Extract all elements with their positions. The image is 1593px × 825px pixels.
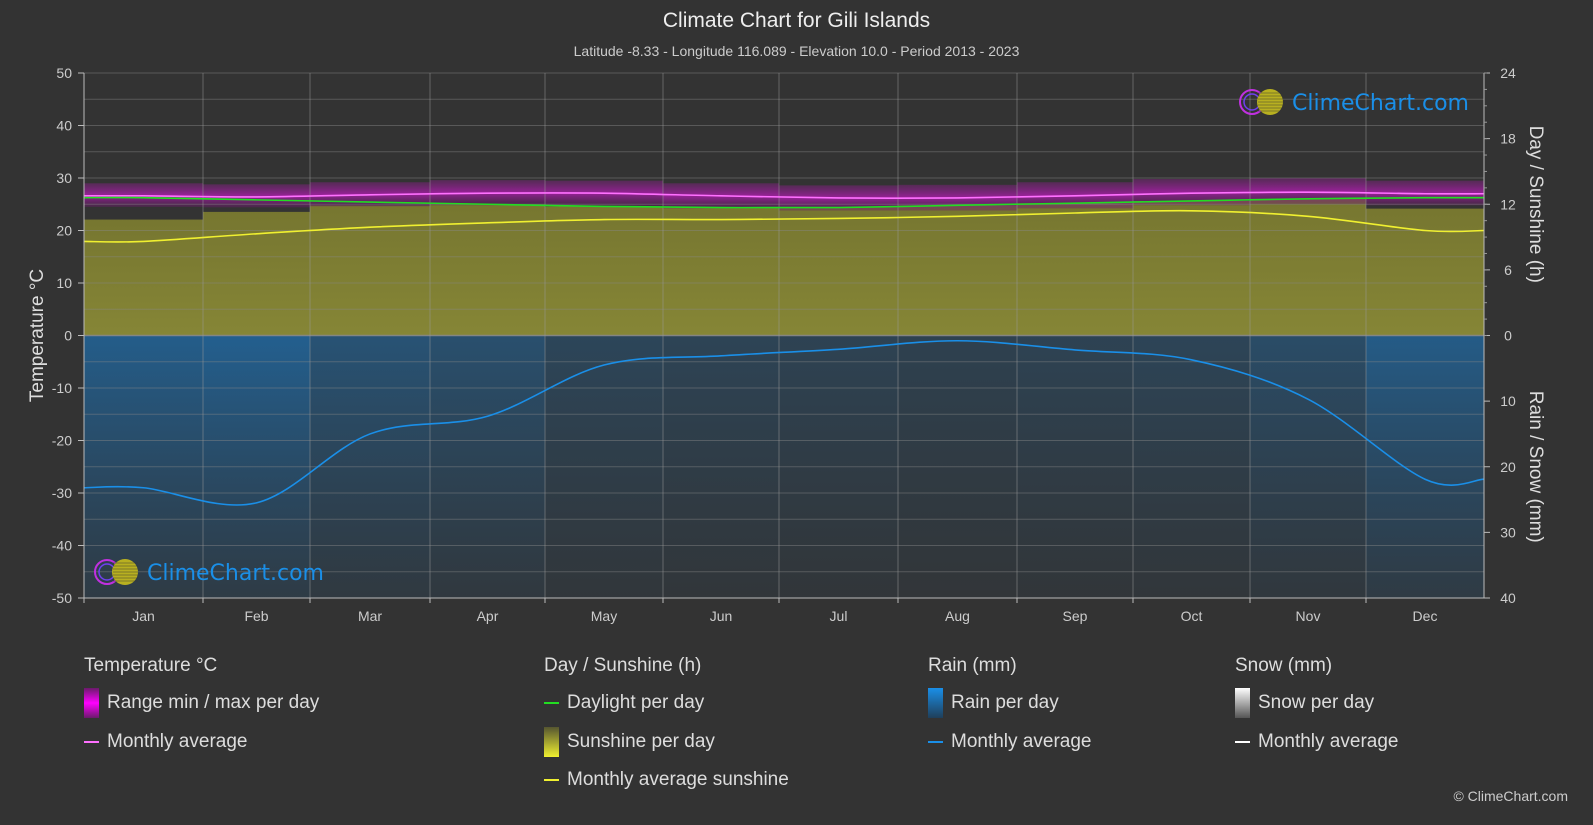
- legend-temperature-range: Range min / max per day: [84, 688, 319, 718]
- y-left-tick-label: 30: [56, 170, 72, 186]
- y-right-rain-tick-label: 20: [1500, 459, 1516, 475]
- x-tick-label: Dec: [1413, 608, 1438, 624]
- legend-sunshine-per-day: Sunshine per day: [544, 727, 715, 757]
- x-tick-label: Feb: [244, 608, 268, 624]
- y-right-rain-tick-label: 40: [1500, 590, 1516, 606]
- legend-rain-per-day: Rain per day: [928, 688, 1059, 718]
- legend-snow-title: Snow (mm): [1235, 655, 1333, 676]
- logo-text: ClimeChart.com: [147, 561, 324, 586]
- y-left-tick-label: 0: [64, 328, 72, 344]
- x-tick-label: Nov: [1296, 608, 1321, 624]
- legend-label: Rain per day: [951, 692, 1059, 713]
- legend-temperature-average: Monthly average: [84, 727, 247, 757]
- y-right-rain-tick-label: 10: [1500, 393, 1516, 409]
- legend-sunshine-title: Day / Sunshine (h): [544, 655, 702, 676]
- legend-label: Range min / max per day: [107, 692, 320, 713]
- legend-label: Monthly average: [107, 731, 248, 752]
- climechart-logo-bottom[interactable]: ClimeChart.com: [94, 559, 324, 586]
- legend-label: Daylight per day: [567, 692, 705, 713]
- sunshine-per-day-band: [1133, 200, 1250, 336]
- climate-chart: 50 40 30 20 10 0 -10 -20 -30 -40 -50 24 18 12 6 0 10 20 30…: [27, 65, 1546, 624]
- y-right-rain-tick-label: 30: [1500, 524, 1516, 540]
- sunshine-per-day-band: [84, 219, 203, 336]
- legend-label: Snow per day: [1258, 692, 1375, 713]
- yellow-gradient-bar-icon: [544, 727, 559, 757]
- magenta-gradient-bar-icon: [84, 688, 99, 718]
- x-tick-label: May: [591, 608, 617, 624]
- legend-sunshine-average: Monthly average sunshine: [544, 765, 789, 795]
- y-right-sun-tick-label: 12: [1500, 196, 1516, 212]
- y-left-tick-label: -40: [52, 538, 72, 554]
- legend-temperature-title: Temperature °C: [84, 655, 218, 676]
- y-right-sun-tick-label: 18: [1500, 131, 1516, 147]
- yellow-line-icon: [544, 779, 559, 781]
- y-left-tick-label: 10: [56, 275, 72, 291]
- logo-text: ClimeChart.com: [1292, 91, 1469, 116]
- x-tick-label: Aug: [945, 608, 970, 624]
- sunshine-per-day-band: [663, 207, 779, 336]
- sunshine-per-day-band: [779, 207, 898, 336]
- y-right-sun-tick-label: 24: [1500, 65, 1516, 81]
- sunshine-per-day-band: [1017, 203, 1133, 336]
- legend-label: Monthly average sunshine: [567, 769, 789, 790]
- blue-line-icon: [928, 741, 943, 743]
- legend-snow-per-day: Snow per day: [1235, 688, 1374, 718]
- legend-label: Sunshine per day: [567, 731, 715, 752]
- x-tick-label: Apr: [477, 608, 499, 624]
- x-tick-label: Jan: [132, 608, 155, 624]
- pink-line-icon: [84, 741, 99, 743]
- x-tick-label: Oct: [1181, 608, 1203, 624]
- white-line-icon: [1235, 741, 1250, 743]
- x-tick-label: Sep: [1063, 608, 1088, 624]
- y-axis-right-top-title: Day / Sunshine (h): [1525, 126, 1546, 283]
- legend-label: Monthly average: [1258, 731, 1399, 752]
- blue-gradient-bar-icon: [928, 688, 943, 718]
- x-tick-label: Mar: [358, 608, 382, 624]
- legend-daylight: Daylight per day: [544, 688, 704, 718]
- y-right-sun-tick-label: 0: [1504, 328, 1512, 344]
- legend-label: Monthly average: [951, 731, 1092, 752]
- copyright-notice[interactable]: © ClimeChart.com: [1453, 788, 1568, 804]
- y-axis-right-bottom-title: Rain / Snow (mm): [1525, 391, 1546, 543]
- y-left-tick-label: -10: [52, 380, 72, 396]
- y-left-tick-label: -20: [52, 433, 72, 449]
- legend-snow-average: Monthly average: [1235, 727, 1398, 757]
- climechart-logo-top[interactable]: ClimeChart.com: [1239, 89, 1469, 116]
- y-right-sun-tick-label: 6: [1504, 262, 1512, 278]
- sunshine-per-day-band: [1250, 198, 1366, 336]
- y-left-tick-label: 20: [56, 223, 72, 239]
- y-left-tick-label: 40: [56, 118, 72, 134]
- grid-lines: [83, 72, 1485, 599]
- x-tick-label: Jul: [830, 608, 848, 624]
- white-gradient-bar-icon: [1235, 688, 1250, 718]
- y-left-tick-label: -30: [52, 485, 72, 501]
- x-tick-label: Jun: [710, 608, 733, 624]
- legend-rain-average: Monthly average: [928, 727, 1091, 757]
- sunshine-per-day-band: [545, 206, 663, 336]
- green-line-icon: [544, 702, 559, 704]
- y-axis-left-title: Temperature °C: [27, 269, 48, 402]
- sunshine-per-day-band: [1366, 208, 1484, 336]
- legend-rain-title: Rain (mm): [928, 655, 1017, 676]
- y-left-tick-label: 50: [56, 65, 72, 81]
- sunshine-per-day-band: [898, 205, 1017, 336]
- y-left-tick-label: -50: [52, 590, 72, 606]
